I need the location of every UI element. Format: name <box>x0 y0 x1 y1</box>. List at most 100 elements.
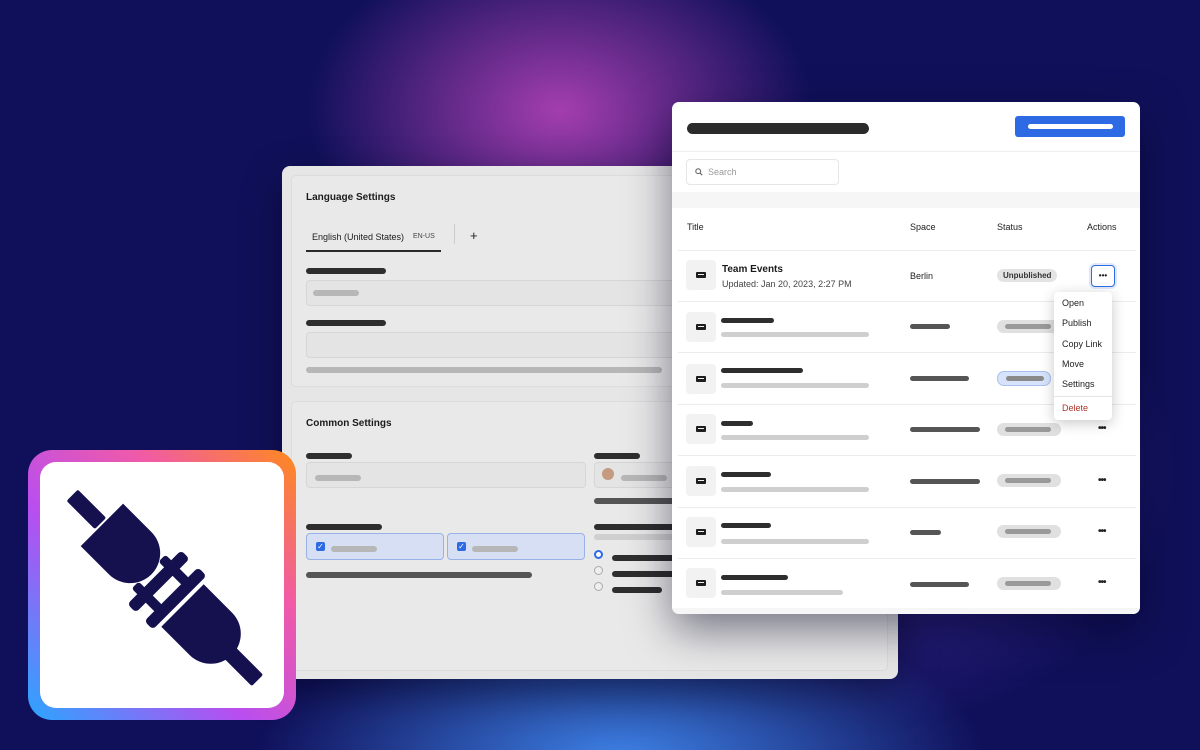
row-subtitle-placeholder <box>721 539 869 544</box>
menu-divider <box>1054 396 1112 397</box>
language-field-2[interactable] <box>306 332 688 358</box>
radio-selected[interactable] <box>594 550 603 559</box>
field-label-placeholder <box>306 320 386 326</box>
column-header-status[interactable]: Status <box>997 222 1023 232</box>
list-spacer <box>672 192 1140 208</box>
search-placeholder: Search <box>708 167 737 177</box>
row-divider <box>678 250 1136 251</box>
hint-placeholder <box>306 367 662 373</box>
row-subtitle-placeholder <box>721 383 869 388</box>
row-title-placeholder <box>721 523 771 528</box>
row-title[interactable]: Team Events <box>722 264 783 275</box>
row-title-placeholder <box>721 472 771 477</box>
menu-item-move[interactable]: Move <box>1062 359 1084 369</box>
add-icon[interactable]: + <box>470 228 478 243</box>
tab-label: English (United States) <box>312 232 405 242</box>
plugin-logo-background <box>40 462 284 708</box>
row-space-placeholder <box>910 479 980 484</box>
row-title-placeholder <box>721 575 788 580</box>
row-title-placeholder <box>721 318 774 323</box>
more-icon[interactable]: ••• <box>1098 423 1106 434</box>
plugin-logo-tile <box>28 450 296 720</box>
row-space-placeholder <box>910 376 969 381</box>
tab-divider <box>454 224 455 244</box>
field-value-placeholder <box>313 290 359 296</box>
row-space-placeholder <box>910 582 969 587</box>
menu-item-delete[interactable]: Delete <box>1062 403 1088 413</box>
field-label-placeholder <box>594 524 684 530</box>
status-badge-placeholder <box>997 474 1061 487</box>
option-label-placeholder <box>472 546 518 552</box>
card-icon <box>686 312 716 342</box>
column-header-space[interactable]: Space <box>910 222 936 232</box>
row-subtitle-placeholder <box>721 332 869 337</box>
search-icon <box>695 168 703 176</box>
language-settings-title: Language Settings <box>306 192 396 203</box>
tab-language-english[interactable]: English (United States) EN-US <box>306 228 441 252</box>
menu-item-copy-link[interactable]: Copy Link <box>1062 339 1102 349</box>
menu-item-settings[interactable]: Settings <box>1062 379 1095 389</box>
header-divider <box>672 151 1140 152</box>
card-icon <box>686 517 716 547</box>
card-icon <box>686 414 716 444</box>
radio-option[interactable] <box>594 582 603 591</box>
avatar <box>602 468 614 480</box>
checkbox-option-1[interactable]: ✓ <box>306 533 444 560</box>
menu-item-publish[interactable]: Publish <box>1062 318 1092 328</box>
card-icon <box>686 568 716 598</box>
list-footer <box>672 608 1140 614</box>
radio-label-placeholder <box>612 587 662 593</box>
row-updated: Updated: Jan 20, 2023, 2:27 PM <box>722 279 852 289</box>
page-title-placeholder <box>687 123 869 134</box>
option-label-placeholder <box>331 546 377 552</box>
card-icon <box>686 466 716 496</box>
menu-item-open[interactable]: Open <box>1062 298 1084 308</box>
row-subtitle-placeholder <box>721 487 869 492</box>
search-input[interactable]: Search <box>686 159 839 185</box>
status-badge-placeholder <box>997 423 1061 436</box>
status-badge: Unpublished <box>997 269 1058 282</box>
card-icon <box>686 260 716 290</box>
actions-menu: Open Publish Copy Link Move Settings Del… <box>1054 292 1112 420</box>
status-badge-placeholder <box>997 577 1061 590</box>
row-divider <box>678 558 1136 559</box>
card-icon <box>686 364 716 394</box>
row-divider <box>678 507 1136 508</box>
field-label-placeholder <box>306 268 386 274</box>
field-label-placeholder <box>306 453 352 459</box>
row-divider <box>678 455 1136 456</box>
status-badge-placeholder <box>997 320 1061 333</box>
more-icon[interactable]: ••• <box>1098 577 1106 588</box>
button-label-placeholder <box>1028 124 1113 129</box>
plug-icon <box>67 490 263 686</box>
status-badge-placeholder <box>997 525 1061 538</box>
field-label-placeholder <box>594 453 640 459</box>
field-label-placeholder <box>306 524 382 530</box>
more-icon[interactable]: ••• <box>1098 475 1106 486</box>
radio-option[interactable] <box>594 566 603 575</box>
hint-placeholder <box>594 534 684 540</box>
field-value-placeholder <box>621 475 667 481</box>
column-header-title[interactable]: Title <box>687 222 704 232</box>
row-space-placeholder <box>910 427 980 432</box>
checkbox-checked-icon: ✓ <box>316 542 325 551</box>
common-field[interactable] <box>306 462 586 488</box>
field-value-placeholder <box>315 475 361 481</box>
status-badge-placeholder <box>997 371 1051 386</box>
row-title-placeholder <box>721 368 803 373</box>
row-subtitle-placeholder <box>721 435 869 440</box>
row-subtitle-placeholder <box>721 590 843 595</box>
row-space: Berlin <box>910 271 934 281</box>
more-icon[interactable]: ••• <box>1098 526 1106 537</box>
row-title-placeholder <box>721 421 753 426</box>
text-placeholder <box>306 572 532 578</box>
row-space-placeholder <box>910 324 950 329</box>
primary-button[interactable] <box>1015 116 1125 137</box>
language-field[interactable] <box>306 280 688 306</box>
common-settings-title: Common Settings <box>306 418 392 429</box>
checkbox-checked-icon: ✓ <box>457 542 466 551</box>
checkbox-option-2[interactable]: ✓ <box>447 533 585 560</box>
more-icon[interactable]: ••• <box>1091 265 1115 287</box>
text-placeholder <box>594 498 684 504</box>
column-header-actions: Actions <box>1087 222 1117 232</box>
